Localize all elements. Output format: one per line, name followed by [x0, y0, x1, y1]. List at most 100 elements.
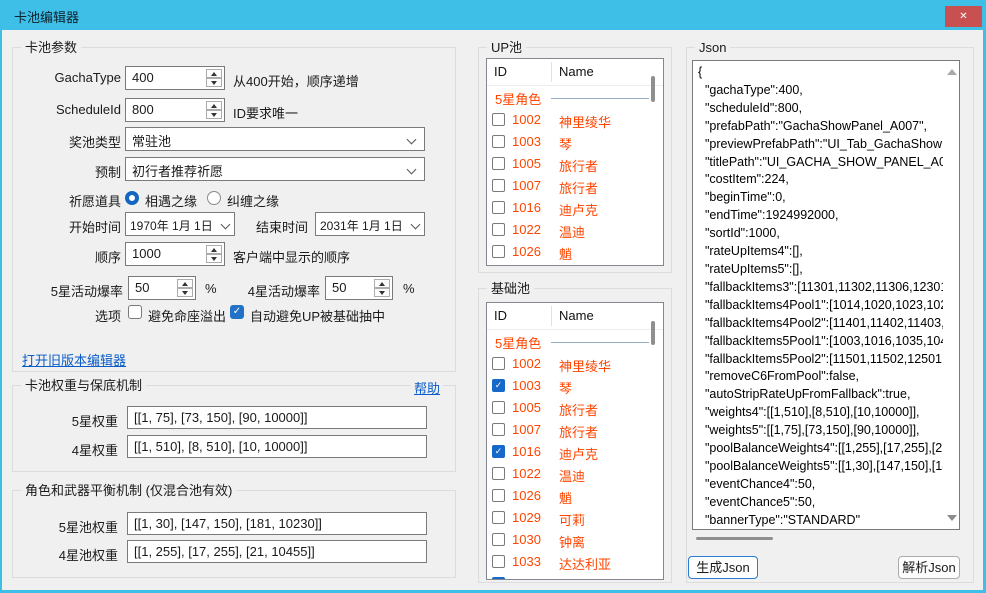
pool-weights5-label: 5星池权重 — [0, 517, 118, 536]
row-name: 达达利亚 — [559, 554, 611, 573]
title-bar: 卡池编辑器 ✕ — [0, 0, 986, 30]
stepper-up-icon[interactable] — [206, 69, 222, 78]
stepper-buttons[interactable] — [206, 245, 222, 263]
row-name: 温迪 — [559, 466, 585, 485]
pool-type-select[interactable]: 常驻池 — [125, 127, 425, 151]
stepper-down-icon[interactable] — [177, 288, 193, 297]
list-item[interactable]: 1029可莉 — [487, 507, 663, 529]
row-id: 1002 — [512, 356, 541, 371]
list-section-header: 5星角色 — [487, 329, 655, 353]
list-item[interactable]: ✓1035七七 — [487, 573, 663, 580]
row-checkbox[interactable] — [492, 245, 505, 258]
generate-json-button[interactable]: 生成Json — [688, 556, 758, 579]
list-item[interactable]: 1026魈 — [487, 241, 663, 263]
list-item[interactable]: 1007旅行者 — [487, 419, 663, 441]
stepper-down-icon[interactable] — [206, 254, 222, 263]
row-checkbox[interactable] — [492, 401, 505, 414]
weights-group-title: 卡池权重与保底机制 — [21, 378, 146, 393]
row-checkbox[interactable] — [492, 201, 505, 214]
row-checkbox[interactable] — [492, 533, 505, 546]
stepper-buttons[interactable] — [374, 279, 390, 297]
stepper-up-icon[interactable] — [177, 279, 193, 288]
row-checkbox[interactable] — [492, 423, 505, 436]
list-item[interactable]: 1022温迪 — [487, 219, 663, 241]
list-item[interactable]: 1033达达利亚 — [487, 551, 663, 573]
row-checkbox[interactable] — [492, 511, 505, 524]
stepper-buttons[interactable] — [206, 101, 222, 119]
schedule-id-hint: ID要求唯一 — [233, 103, 298, 122]
stepper-down-icon[interactable] — [206, 78, 222, 87]
row-checkbox[interactable] — [492, 135, 505, 148]
row-checkbox[interactable] — [492, 467, 505, 480]
stepper-down-icon[interactable] — [206, 110, 222, 119]
chevron-down-icon — [407, 135, 417, 145]
list-item[interactable]: 1003琴 — [487, 131, 663, 153]
row-checkbox[interactable] — [492, 489, 505, 502]
rate4-stepper[interactable]: 50 — [325, 276, 393, 300]
up-pool-list[interactable]: ID Name 5星角色 1002神里绫华1003琴1005旅行者1007旅行者… — [486, 58, 664, 266]
radio-acquaint-fate[interactable] — [125, 191, 139, 205]
radio-intertwined-fate[interactable] — [207, 191, 221, 205]
help-link[interactable]: 帮助 — [411, 378, 443, 397]
sort-stepper[interactable]: 1000 — [125, 242, 225, 266]
pool-weights4-input[interactable]: [[1, 255], [17, 255], [21, 10455]] — [127, 540, 427, 563]
stepper-up-icon[interactable] — [206, 245, 222, 254]
stepper-up-icon[interactable] — [206, 101, 222, 110]
rate5-label: 5星活动爆率 — [0, 281, 123, 300]
row-name: 旅行者 — [559, 178, 598, 197]
row-checkbox[interactable] — [492, 113, 505, 126]
row-checkbox[interactable]: ✓ — [492, 379, 505, 392]
list-item[interactable]: 1005旅行者 — [487, 397, 663, 419]
list-item[interactable]: 1002神里绫华 — [487, 109, 663, 131]
begin-time-picker[interactable]: 1970年 1月 1日 — [125, 212, 235, 236]
horizontal-scrollbar-thumb[interactable] — [696, 537, 773, 540]
list-item[interactable]: 1030钟离 — [487, 529, 663, 551]
row-checkbox[interactable]: ✓ — [492, 445, 505, 458]
schedule-id-stepper[interactable]: 800 — [125, 98, 225, 122]
json-content[interactable]: { "gachaType":400, "scheduleId":800, "pr… — [698, 64, 943, 529]
weights4-input[interactable]: [[1, 510], [8, 510], [10, 10000]] — [127, 435, 427, 458]
pool-weights5-input[interactable]: [[1, 30], [147, 150], [181, 10230]] — [127, 512, 427, 535]
row-checkbox[interactable] — [492, 157, 505, 170]
list-item[interactable]: 1022温迪 — [487, 463, 663, 485]
stepper-buttons[interactable] — [177, 279, 193, 297]
row-checkbox[interactable] — [492, 179, 505, 192]
list-item[interactable]: ✓1003琴 — [487, 375, 663, 397]
begin-time-label: 开始时间 — [0, 217, 121, 236]
row-checkbox[interactable] — [492, 223, 505, 236]
chevron-down-icon — [221, 220, 231, 230]
list-item[interactable]: 1026魈 — [487, 485, 663, 507]
vertical-scrollbar[interactable] — [944, 61, 959, 529]
list-item[interactable]: 1016迪卢克 — [487, 197, 663, 219]
row-checkbox[interactable] — [492, 555, 505, 568]
row-id: 1029 — [512, 510, 541, 525]
scroll-down-icon[interactable] — [947, 515, 957, 521]
scrollbar-thumb[interactable] — [651, 76, 655, 102]
open-legacy-editor-link[interactable]: 打开旧版本编辑器 — [22, 350, 126, 369]
list-item[interactable]: 1007旅行者 — [487, 175, 663, 197]
parse-json-button[interactable]: 解析Json — [898, 556, 960, 579]
preset-select[interactable]: 初行者推荐祈愿 — [125, 157, 425, 181]
scroll-up-icon[interactable] — [947, 69, 957, 75]
end-time-picker[interactable]: 2031年 1月 1日 — [315, 212, 425, 236]
list-item[interactable]: 1005旅行者 — [487, 153, 663, 175]
close-button[interactable]: ✕ — [945, 6, 982, 27]
weights5-input[interactable]: [[1, 75], [73, 150], [90, 10000]] — [127, 406, 427, 429]
rate5-stepper[interactable]: 50 — [128, 276, 196, 300]
row-id: 1030 — [512, 532, 541, 547]
stepper-buttons[interactable] — [206, 69, 222, 87]
base-pool-list[interactable]: ID Name 5星角色 1002神里绫华✓1003琴1005旅行者1007旅行… — [486, 302, 664, 580]
scrollbar-thumb[interactable] — [651, 321, 655, 345]
stepper-down-icon[interactable] — [374, 288, 390, 297]
checkbox-avoid-constellation-overflow[interactable] — [128, 305, 142, 319]
list-item[interactable]: ✓1016迪卢克 — [487, 441, 663, 463]
json-textarea[interactable]: { "gachaType":400, "scheduleId":800, "pr… — [692, 60, 960, 530]
list-item[interactable]: 1002神里绫华 — [487, 353, 663, 375]
row-checkbox[interactable]: ✓ — [492, 577, 505, 580]
row-checkbox[interactable] — [492, 357, 505, 370]
gacha-type-stepper[interactable]: 400 — [125, 66, 225, 90]
row-name: 琴 — [559, 134, 572, 153]
stepper-up-icon[interactable] — [374, 279, 390, 288]
chevron-down-icon — [407, 165, 417, 175]
checkbox-auto-strip-up[interactable]: ✓ — [230, 305, 244, 319]
